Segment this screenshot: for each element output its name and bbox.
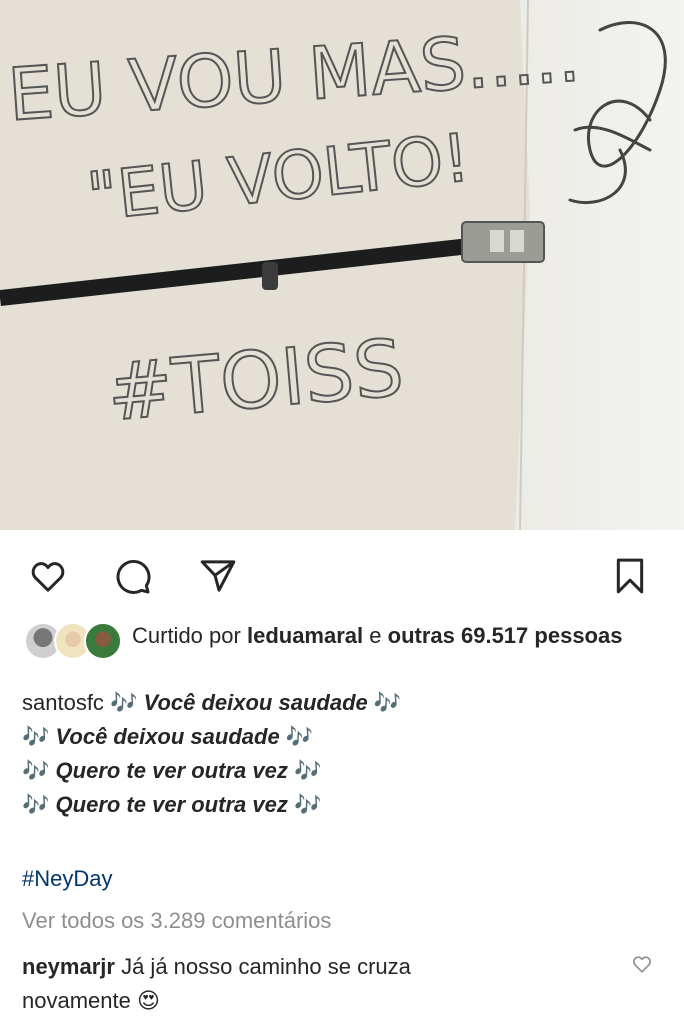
music-note-icon: 🎶: [22, 758, 50, 783]
send-icon: [200, 560, 236, 592]
comment-icon: [116, 560, 151, 594]
likes-count[interactable]: outras 69.517: [388, 623, 529, 648]
likes-suffix[interactable]: pessoas: [534, 623, 622, 648]
post-actions: [0, 548, 684, 604]
caption-line-4: Quero te ver outra vez: [55, 792, 288, 817]
comment-text: Já já nosso caminho se cruza: [121, 954, 411, 979]
likes-prefix: Curtido por: [132, 623, 241, 648]
comment-button[interactable]: [110, 554, 154, 598]
share-button[interactable]: [196, 554, 240, 598]
like-button[interactable]: [26, 554, 70, 598]
likes-conj: e: [369, 623, 382, 648]
heart-icon: [31, 562, 65, 592]
save-button[interactable]: [608, 554, 652, 598]
likes-summary[interactable]: Curtido por leduamaral e outras 69.517 p…: [24, 620, 664, 660]
caption-line-3: Quero te ver outra vez: [55, 758, 288, 783]
wall-graffiti-image: EU VOU MAS..... "EU VOLTO! #TOISS: [0, 0, 684, 530]
comment-like-button[interactable]: [626, 948, 658, 980]
caption-line-1: Você deixou saudade: [143, 690, 368, 715]
post-caption: santosfc 🎶 Você deixou saudade 🎶 🎶 Você …: [22, 686, 662, 822]
comment-username[interactable]: neymarjr: [22, 954, 115, 979]
music-note-icon: 🎶: [293, 792, 322, 817]
heart-eyes-emoji-icon: 😍: [136, 988, 160, 1013]
music-note-icon: 🎶: [285, 724, 314, 749]
liker-username[interactable]: leduamaral: [247, 623, 363, 648]
music-note-icon: 🎶: [22, 724, 50, 749]
bookmark-icon: [616, 558, 644, 594]
music-note-icon: 🎶: [110, 690, 138, 715]
view-all-comments-link[interactable]: Ver todos os 3.289 comentários: [22, 908, 331, 934]
comment-item: neymarjr Já já nosso caminho se cruza no…: [22, 950, 602, 1018]
music-note-icon: 🎶: [373, 690, 402, 715]
music-note-icon: 🎶: [293, 758, 322, 783]
liker-avatars: [24, 622, 124, 660]
music-note-icon: 🎶: [22, 792, 50, 817]
post-photo[interactable]: EU VOU MAS..... "EU VOLTO! #TOISS: [0, 0, 684, 530]
comment-text-cont: novamente: [22, 988, 131, 1013]
hashtag-link[interactable]: #NeyDay: [22, 866, 112, 892]
heart-icon: [633, 956, 651, 973]
avatar: [84, 622, 122, 660]
caption-username[interactable]: santosfc: [22, 690, 104, 715]
caption-line-2: Você deixou saudade: [55, 724, 280, 749]
